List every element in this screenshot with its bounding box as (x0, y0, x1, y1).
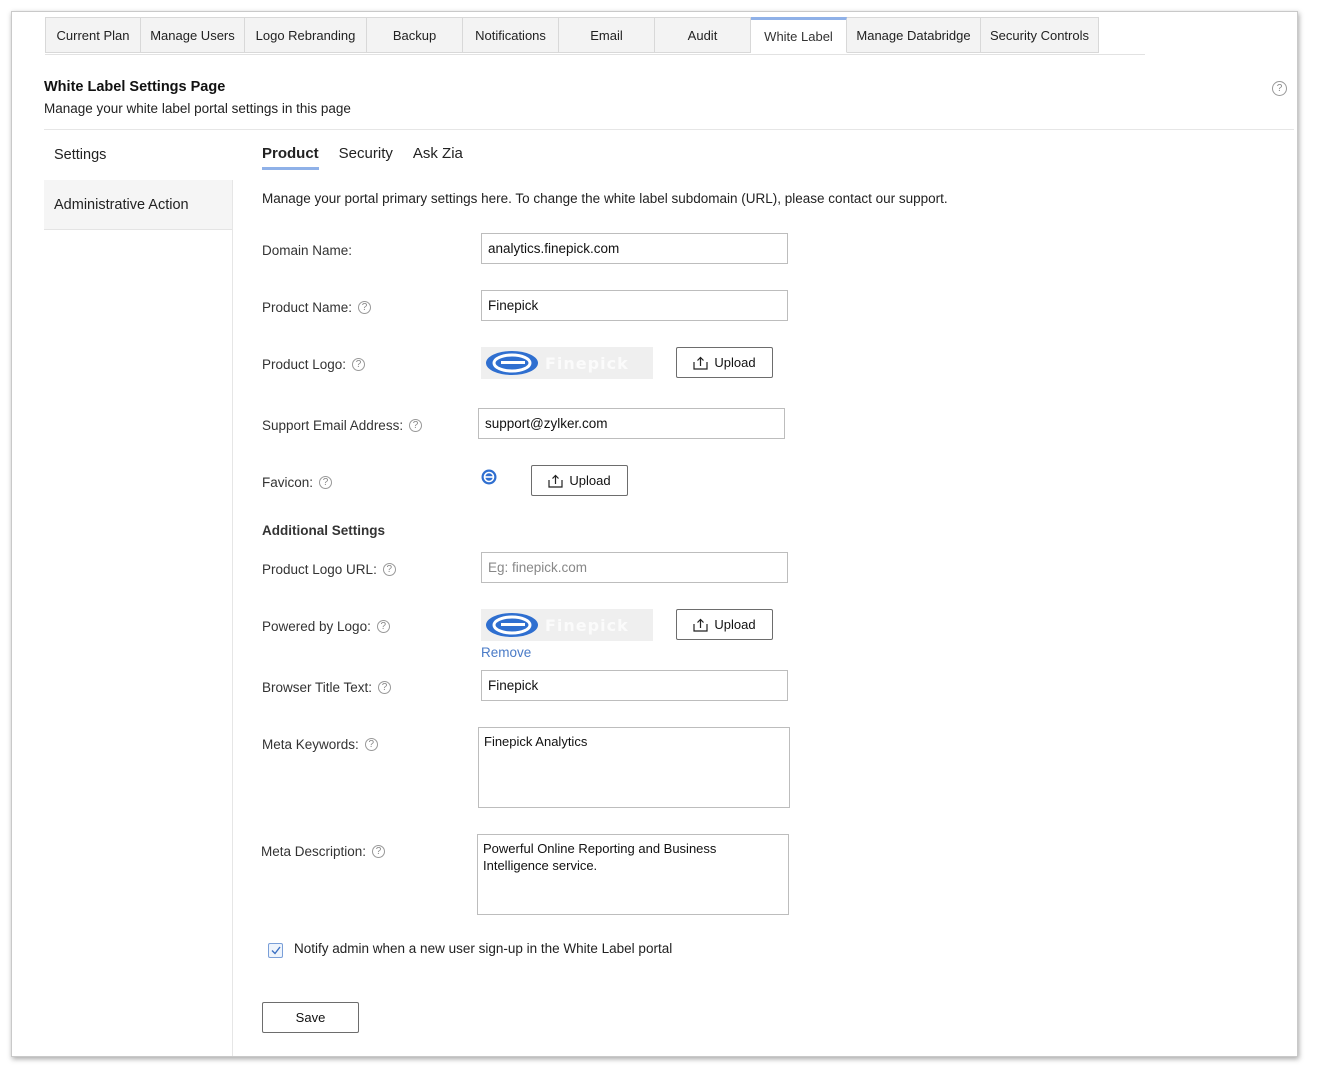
browser-title-label: Browser Title Text: ? (262, 680, 392, 695)
tab-audit[interactable]: Audit (655, 17, 751, 53)
support-email-input[interactable] (478, 408, 785, 439)
support-email-label: Support Email Address: ? (262, 418, 423, 433)
subtab-security[interactable]: Security (339, 145, 393, 170)
tab-white-label[interactable]: White Label (751, 17, 847, 53)
product-logo-label-text: Product Logo: (262, 357, 347, 372)
help-icon[interactable]: ? (382, 563, 396, 576)
meta-description-textarea[interactable]: Powerful Online Reporting and Business I… (477, 834, 789, 915)
tab-backup[interactable]: Backup (367, 17, 463, 53)
meta-keywords-textarea[interactable]: Finepick Analytics (478, 727, 790, 808)
help-icon[interactable]: ? (372, 845, 386, 858)
tab-manage-users[interactable]: Manage Users (141, 17, 245, 53)
save-button[interactable]: Save (262, 1002, 359, 1033)
subtab-product[interactable]: Product (262, 145, 319, 170)
page-subtitle: Manage your white label portal settings … (44, 101, 351, 116)
favicon-upload-button[interactable]: Upload (531, 465, 628, 496)
product-logo-url-label: Product Logo URL: ? (262, 562, 396, 577)
tab-notifications[interactable]: Notifications (463, 17, 559, 53)
domain-name-label: Domain Name: (262, 243, 352, 258)
product-name-label-text: Product Name: (262, 300, 353, 315)
sidebar-divider (232, 180, 233, 1056)
powered-by-logo-text: Finepick (545, 615, 629, 635)
powered-by-logo-preview: Finepick (481, 609, 653, 641)
powered-by-logo-label-text: Powered by Logo: (262, 619, 371, 634)
meta-description-label: Meta Description: ? (261, 844, 386, 859)
help-icon[interactable]: ? (409, 419, 423, 432)
help-icon[interactable]: ? (358, 301, 372, 314)
product-name-label: Product Name: ? (262, 300, 372, 315)
help-icon[interactable]: ? (364, 738, 378, 751)
powered-by-logo-label: Powered by Logo: ? (262, 619, 390, 634)
browser-title-input[interactable] (481, 670, 788, 701)
tab-security-controls[interactable]: Security Controls (981, 17, 1099, 53)
upload-label: Upload (714, 617, 756, 632)
settings-tabbar: Current Plan Manage Users Logo Rebrandin… (45, 17, 1145, 55)
product-name-input[interactable] (481, 290, 788, 321)
meta-keywords-label-text: Meta Keywords: (262, 737, 359, 752)
favicon-preview-icon (481, 469, 497, 485)
browser-title-label-text: Browser Title Text: (262, 680, 373, 695)
product-logo-preview: Finepick (481, 347, 653, 379)
finepick-logo-icon (486, 351, 538, 375)
tab-logo-rebranding[interactable]: Logo Rebranding (245, 17, 367, 53)
remove-powered-by-logo-link[interactable]: Remove (481, 645, 531, 660)
sidebar-item-administrative-action[interactable]: Administrative Action (44, 180, 233, 230)
help-icon[interactable]: ? (376, 620, 390, 633)
page-title: White Label Settings Page (44, 79, 226, 95)
tab-current-plan[interactable]: Current Plan (45, 17, 141, 53)
product-logo-text: Finepick (545, 353, 629, 373)
notify-admin-label: Notify admin when a new user sign-up in … (294, 941, 673, 956)
app-window: Current Plan Manage Users Logo Rebrandin… (11, 11, 1298, 1057)
sidebar-item-settings[interactable]: Settings (44, 130, 233, 180)
upload-icon (693, 618, 708, 632)
support-email-label-text: Support Email Address: (262, 418, 404, 433)
product-logo-url-label-text: Product Logo URL: (262, 562, 377, 577)
powered-by-logo-upload-button[interactable]: Upload (676, 609, 773, 640)
checkmark-icon (271, 946, 281, 955)
product-logo-label: Product Logo: ? (262, 357, 366, 372)
help-icon[interactable]: ? (352, 358, 366, 371)
favicon-label: Favicon: ? (262, 475, 333, 490)
product-logo-url-input[interactable] (481, 552, 788, 583)
help-icon[interactable]: ? (1272, 81, 1287, 96)
upload-label: Upload (714, 355, 756, 370)
tab-manage-databridge[interactable]: Manage Databridge (847, 17, 981, 53)
subtab-bar: Product Security Ask Zia (262, 145, 463, 170)
product-logo-upload-button[interactable]: Upload (676, 347, 773, 378)
intro-text: Manage your portal primary settings here… (262, 191, 948, 206)
help-icon[interactable]: ? (319, 476, 333, 489)
page-header: White Label Settings Page Manage your wh… (44, 79, 351, 116)
upload-icon (548, 474, 563, 488)
domain-name-input[interactable] (481, 233, 788, 264)
domain-name-label-text: Domain Name: (262, 243, 353, 258)
meta-keywords-label: Meta Keywords: ? (262, 737, 378, 752)
upload-label: Upload (569, 473, 611, 488)
help-icon[interactable]: ? (378, 681, 392, 694)
upload-icon (693, 356, 708, 370)
meta-description-label-text: Meta Description: (261, 844, 367, 859)
additional-settings-title: Additional Settings (262, 523, 385, 538)
subtab-ask-zia[interactable]: Ask Zia (413, 145, 463, 170)
notify-admin-checkbox[interactable] (268, 943, 283, 958)
sidebar: Settings Administrative Action (44, 130, 233, 230)
favicon-label-text: Favicon: (262, 475, 314, 490)
finepick-logo-icon (486, 613, 538, 637)
tab-email[interactable]: Email (559, 17, 655, 53)
